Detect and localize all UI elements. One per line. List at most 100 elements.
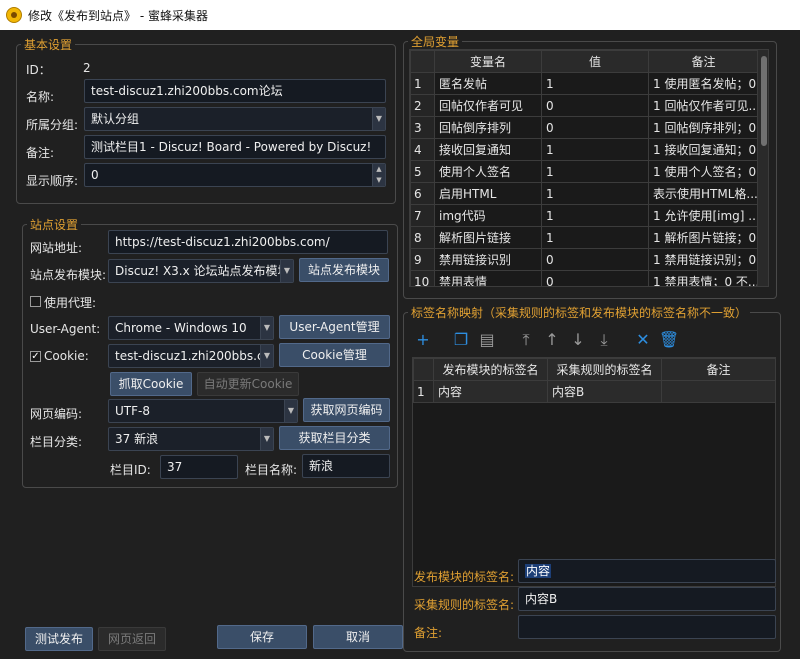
var-note-cell[interactable]: 1 禁用链接识别；0...	[648, 248, 759, 271]
var-value-cell[interactable]: 0	[541, 116, 649, 139]
get-category-button[interactable]: 获取栏目分类	[279, 426, 390, 450]
row-index[interactable]: 1	[410, 72, 435, 95]
var-name-cell[interactable]: 接收回复通知	[434, 138, 542, 161]
cookie-checkbox[interactable]: ✓	[30, 351, 41, 362]
grab-cookie-button[interactable]: 抓取Cookie	[110, 372, 192, 396]
var-note-cell[interactable]: 1 回帖倒序排列；0...	[648, 116, 759, 139]
chevron-up-icon[interactable]: ▲	[373, 164, 385, 175]
var-name-cell[interactable]: 禁用表情	[434, 270, 542, 286]
table-row[interactable]: 3 回帖倒序排列 0 1 回帖倒序排列；0...	[410, 116, 759, 139]
var-value-cell[interactable]: 1	[541, 72, 649, 95]
move-up-icon[interactable]: ↑	[541, 329, 563, 351]
order-stepper[interactable]: 0 ▲ ▼	[84, 163, 386, 187]
var-note-cell[interactable]: 1 使用个人签名；0...	[648, 160, 759, 183]
category-select[interactable]: 37 新浪 ▼	[108, 427, 274, 451]
column-header[interactable]: 变量名	[434, 50, 542, 73]
table-row[interactable]: 8 解析图片链接 1 1 解析图片链接；0...	[410, 226, 759, 249]
module-select[interactable]: Discuz! X3.x 论坛站点发布模块 ▼	[108, 259, 294, 283]
category-name-input[interactable]: 新浪	[302, 454, 390, 478]
chevron-down-icon[interactable]: ▼	[260, 317, 273, 339]
var-name-cell[interactable]: img代码	[434, 204, 542, 227]
chevron-down-icon[interactable]: ▼	[373, 175, 385, 186]
var-value-cell[interactable]: 0	[541, 270, 649, 286]
module-tag-input[interactable]: 内容	[518, 559, 776, 583]
module-tag-cell[interactable]: 内容	[433, 380, 548, 403]
row-index[interactable]: 5	[410, 160, 435, 183]
column-header[interactable]: 值	[541, 50, 649, 73]
module-button[interactable]: 站点发布模块	[299, 258, 389, 282]
var-value-cell[interactable]: 1	[541, 204, 649, 227]
var-name-cell[interactable]: 启用HTML	[434, 182, 542, 205]
table-row[interactable]: 9 禁用链接识别 0 1 禁用链接识别；0...	[410, 248, 759, 271]
var-note-cell[interactable]: 1 禁用表情；0 不...	[648, 270, 759, 286]
rule-tag-cell[interactable]: 内容B	[547, 380, 662, 403]
var-name-cell[interactable]: 回帖倒序排列	[434, 116, 542, 139]
row-index[interactable]: 7	[410, 204, 435, 227]
var-name-cell[interactable]: 禁用链接识别	[434, 248, 542, 271]
row-index[interactable]: 2	[410, 94, 435, 117]
var-note-cell[interactable]: 1 接收回复通知；0...	[648, 138, 759, 161]
var-value-cell[interactable]: 1	[541, 226, 649, 249]
category-id-input[interactable]: 37	[160, 455, 238, 479]
ua-manage-button[interactable]: User-Agent管理	[279, 315, 390, 339]
group-select[interactable]: 默认分组 ▼	[84, 107, 386, 131]
var-note-cell[interactable]: 1 回帖仅作者可见...	[648, 94, 759, 117]
row-index[interactable]: 4	[410, 138, 435, 161]
var-value-cell[interactable]: 1	[541, 182, 649, 205]
paste-icon[interactable]: ▤	[476, 329, 498, 351]
auto-update-cookie-button[interactable]: 自动更新Cookie	[197, 372, 299, 396]
var-value-cell[interactable]: 0	[541, 94, 649, 117]
chevron-down-icon[interactable]: ▼	[284, 400, 297, 422]
table-row[interactable]: 5 使用个人签名 1 1 使用个人签名；0...	[410, 160, 759, 183]
scrollbar-thumb[interactable]	[761, 56, 767, 146]
cookie-manage-button[interactable]: Cookie管理	[279, 343, 390, 367]
move-bottom-icon[interactable]: ⤓	[593, 329, 615, 351]
tag-note-input[interactable]	[518, 615, 776, 639]
get-encoding-button[interactable]: 获取网页编码	[303, 398, 390, 422]
chevron-down-icon[interactable]: ▼	[280, 260, 293, 282]
table-row[interactable]: 1 内容 内容B	[413, 380, 775, 403]
proxy-checkbox[interactable]	[30, 296, 41, 307]
chevron-down-icon[interactable]: ▼	[260, 345, 273, 367]
row-index[interactable]: 8	[410, 226, 435, 249]
stepper-buttons[interactable]: ▲ ▼	[372, 164, 385, 186]
encoding-select[interactable]: UTF-8 ▼	[108, 399, 298, 423]
move-top-icon[interactable]: ⤒	[515, 329, 537, 351]
var-name-cell[interactable]: 匿名发帖	[434, 72, 542, 95]
var-name-cell[interactable]: 回帖仅作者可见	[434, 94, 542, 117]
var-note-cell[interactable]: 1 使用匿名发帖；0...	[648, 72, 759, 95]
table-row[interactable]: 10 禁用表情 0 1 禁用表情；0 不...	[410, 270, 759, 286]
cookie-select[interactable]: test-discuz1.zhi200bbs.com ▼	[108, 344, 274, 368]
delete-icon[interactable]: ✕	[632, 329, 654, 351]
var-name-cell[interactable]: 解析图片链接	[434, 226, 542, 249]
global-vars-scrollbar[interactable]	[757, 50, 768, 286]
row-index[interactable]: 9	[410, 248, 435, 271]
chevron-down-icon[interactable]: ▼	[372, 108, 385, 130]
tag-note-cell[interactable]	[661, 380, 775, 403]
var-value-cell[interactable]: 1	[541, 138, 649, 161]
cancel-button[interactable]: 取消	[313, 625, 403, 649]
table-row[interactable]: 2 回帖仅作者可见 0 1 回帖仅作者可见...	[410, 94, 759, 117]
row-index[interactable]: 3	[410, 116, 435, 139]
row-index[interactable]: 1	[413, 380, 434, 403]
var-value-cell[interactable]: 0	[541, 248, 649, 271]
row-index[interactable]: 6	[410, 182, 435, 205]
column-header[interactable]: 采集规则的标签名	[547, 358, 662, 381]
var-note-cell[interactable]: 1 允许使用[img] ...	[648, 204, 759, 227]
table-row[interactable]: 1 匿名发帖 1 1 使用匿名发帖；0...	[410, 72, 759, 95]
table-row[interactable]: 4 接收回复通知 1 1 接收回复通知；0...	[410, 138, 759, 161]
url-input[interactable]: https://test-discuz1.zhi200bbs.com/	[108, 230, 388, 254]
chevron-down-icon[interactable]: ▼	[260, 428, 273, 450]
table-row[interactable]: 6 启用HTML 1 表示使用HTML格...	[410, 182, 759, 205]
column-header[interactable]: 备注	[661, 358, 775, 381]
column-header[interactable]: 发布模块的标签名	[433, 358, 548, 381]
web-back-button[interactable]: 网页返回	[98, 627, 166, 651]
var-note-cell[interactable]: 1 解析图片链接；0...	[648, 226, 759, 249]
save-button[interactable]: 保存	[217, 625, 307, 649]
var-name-cell[interactable]: 使用个人签名	[434, 160, 542, 183]
add-icon[interactable]: +	[412, 329, 434, 351]
remark-input[interactable]: 测试栏目1 - Discuz! Board - Powered by Discu…	[84, 135, 386, 159]
var-note-cell[interactable]: 表示使用HTML格...	[648, 182, 759, 205]
row-index[interactable]: 10	[410, 270, 435, 286]
copy-icon[interactable]: ❐	[450, 329, 472, 351]
